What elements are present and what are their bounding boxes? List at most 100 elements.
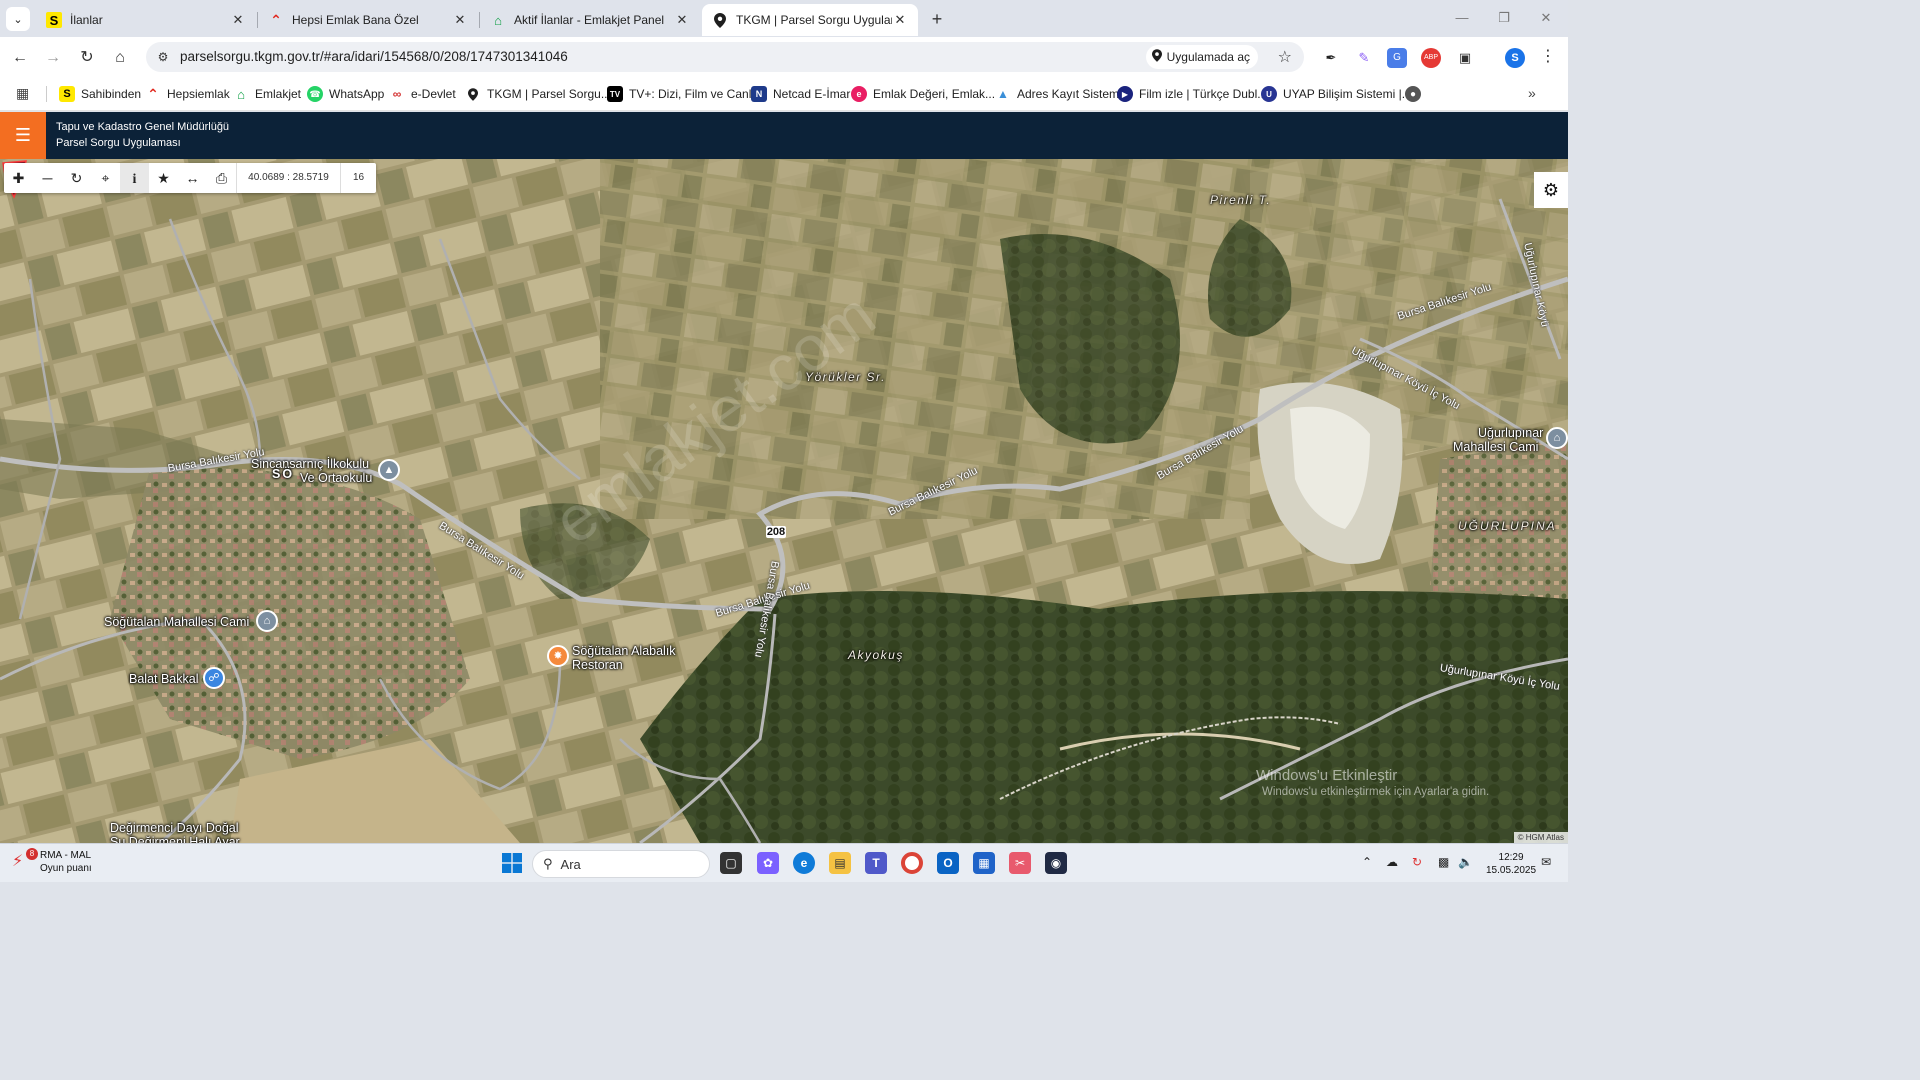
url-text[interactable]: parselsorgu.tkgm.gov.tr/#ara/idari/15456… <box>180 49 568 64</box>
chevron-up-icon[interactable]: ⌃ <box>1362 855 1372 869</box>
tab-tkgm[interactable]: TKGM | Parsel Sorgu Uygulaması ✕ <box>702 4 918 36</box>
info-icon: i <box>132 172 137 187</box>
measure-button[interactable]: ↔ <box>178 163 207 193</box>
taskbar-search[interactable]: ⚲ Ara <box>532 850 710 878</box>
bookmark-tvplus[interactable]: TV TV+: Dizi, Film ve Canl... <box>607 84 761 104</box>
bookmark-netcad[interactable]: N Netcad E-İmar <box>751 84 850 104</box>
film-izle-icon: ▶ <box>1117 86 1133 102</box>
site-info-icon[interactable]: ⚙ <box>154 48 172 66</box>
restaurant-icon[interactable]: ✸ <box>547 645 569 667</box>
onedrive-icon[interactable]: ☁ <box>1386 855 1398 869</box>
bookmark-hepsiemlak[interactable]: ⌃ Hepsiemlak <box>145 84 230 104</box>
bookmark-globe[interactable]: ● <box>1405 84 1427 104</box>
browser-tab-strip: ⌄ S İlanlar ✕ ⌃ Hepsi Emlak Bana Özel ✕ … <box>0 0 1568 37</box>
zoom-in-button[interactable]: ✚ <box>4 163 33 193</box>
system-clock[interactable]: 12:29 15.05.2025 <box>1486 851 1536 877</box>
bookmark-star-icon[interactable]: ☆ <box>1278 47 1292 67</box>
satellite-map[interactable]: emlakjet.com Pirenli T. Yörükler Sr. Aky… <box>0 159 1568 843</box>
bookmark-whatsapp[interactable]: ☎ WhatsApp <box>307 84 384 104</box>
bookmark-emlak-degeri[interactable]: e Emlak Değeri, Emlak... <box>851 84 995 104</box>
profile-avatar[interactable]: S <box>1505 48 1525 68</box>
close-icon[interactable]: ✕ <box>674 12 690 28</box>
copilot-icon[interactable]: ✿ <box>757 852 779 874</box>
notifications-icon[interactable]: ✉ <box>1541 855 1551 869</box>
eyedropper-extension-icon[interactable]: ✒ <box>1321 48 1341 68</box>
extensions-puzzle-icon[interactable]: ▣ <box>1455 48 1475 68</box>
bookmark-tkgm[interactable]: TKGM | Parsel Sorgu... <box>465 84 611 104</box>
search-icon: ⚲ <box>543 856 553 871</box>
widget-subtitle: Oyun puanı <box>40 863 92 874</box>
tab-emlakjet-panel[interactable]: ⌂ Aktif İlanlar - Emlakjet Panel ✕ <box>480 4 700 36</box>
zoom-out-button[interactable]: ─ <box>33 163 62 193</box>
reload-button[interactable]: ↻ <box>75 46 99 70</box>
tab-title: Hepsi Emlak Bana Özel <box>292 13 419 27</box>
microsoft-store-icon[interactable]: ▦ <box>973 852 995 874</box>
chevron-down-icon: ⌄ <box>13 13 23 26</box>
new-tab-button[interactable]: + <box>926 8 948 30</box>
close-window-button[interactable]: ✕ <box>1526 6 1566 30</box>
bookmark-uyap[interactable]: U UYAP Bilişim Sistemi |... <box>1261 84 1412 104</box>
bookmarks-overflow-icon[interactable]: » <box>1528 85 1536 101</box>
close-icon[interactable]: ✕ <box>452 12 468 28</box>
display-icon[interactable]: ▩ <box>1438 855 1449 869</box>
edge-browser-icon[interactable]: e <box>793 852 815 874</box>
sahibinden-favicon-icon: S <box>46 12 62 28</box>
refresh-button[interactable]: ↻ <box>62 163 91 193</box>
translate-extension-icon[interactable]: G <box>1387 48 1407 68</box>
adblock-extension-icon[interactable]: ABP <box>1421 48 1441 68</box>
info-button[interactable]: i <box>120 163 149 193</box>
school-icon[interactable]: ▲ <box>378 459 400 481</box>
map-pin-icon <box>465 86 481 102</box>
tab-ilanlar[interactable]: S İlanlar ✕ <box>36 4 256 36</box>
sahibinden-icon: S <box>59 86 75 102</box>
outlook-icon[interactable]: O <box>937 852 959 874</box>
mosque-icon[interactable]: ⌂ <box>256 610 278 632</box>
edevlet-icon: ∞ <box>392 87 402 101</box>
close-icon[interactable]: ✕ <box>230 12 246 28</box>
task-view-icon[interactable]: ▢ <box>720 852 742 874</box>
back-button[interactable]: ← <box>8 46 32 70</box>
browser-menu-button[interactable]: ⋮ <box>1538 46 1558 66</box>
bookmark-emlakjet[interactable]: ⌂ Emlakjet <box>233 84 301 104</box>
map-settings-button[interactable]: ⚙ <box>1534 172 1568 208</box>
menu-button[interactable]: ☰ <box>0 112 46 159</box>
hepsiemlak-favicon-icon: ⌃ <box>270 11 282 28</box>
print-button[interactable]: ⎙ <box>207 163 236 193</box>
tab-search-button[interactable]: ⌄ <box>6 7 30 31</box>
tvplus-icon: TV <box>607 86 623 102</box>
sync-icon[interactable]: ↻ <box>1412 855 1422 869</box>
address-bar[interactable]: ⚙ parselsorgu.tkgm.gov.tr/#ara/idari/154… <box>146 42 1304 72</box>
bookmark-edevlet[interactable]: ∞ e-Devlet <box>389 84 456 104</box>
snipping-tool-icon[interactable]: ✂ <box>1009 852 1031 874</box>
locate-button[interactable]: ⌖ <box>91 163 120 193</box>
bookmarks-bar: ▦ S Sahibinden ⌃ Hepsiemlak ⌂ Emlakjet ☎ Wha… <box>0 77 1568 111</box>
favorites-button[interactable]: ★ <box>149 163 178 193</box>
open-in-app-button[interactable]: Uygulamada aç <box>1145 45 1258 69</box>
windows-start-icon[interactable] <box>502 853 522 873</box>
chrome-icon[interactable] <box>901 852 923 874</box>
home-button[interactable]: ⌂ <box>108 46 132 70</box>
close-icon[interactable]: ✕ <box>892 12 908 28</box>
maximize-button[interactable]: ❐ <box>1484 6 1524 30</box>
file-explorer-icon[interactable]: ▤ <box>829 852 851 874</box>
forward-button[interactable]: → <box>41 46 65 70</box>
pen-extension-icon[interactable]: ✎ <box>1354 48 1374 68</box>
widgets-button[interactable]: ⚡ 8 RMA - MAL Oyun puanı <box>12 848 92 875</box>
teams-icon[interactable]: T <box>865 852 887 874</box>
plus-icon: ✚ <box>12 170 25 186</box>
tab-hepsiemlak[interactable]: ⌃ Hepsi Emlak Bana Özel ✕ <box>258 4 478 36</box>
apps-grid-icon[interactable]: ▦ <box>16 85 29 102</box>
media-player-icon[interactable]: ◉ <box>1045 852 1067 874</box>
mosque-icon[interactable]: ⌂ <box>1546 427 1568 449</box>
bookmark-sahibinden[interactable]: S Sahibinden <box>59 84 141 104</box>
shopping-cart-icon[interactable]: ☍ <box>203 667 225 689</box>
clock-time: 12:29 <box>1498 852 1524 863</box>
bookmark-label: Emlak Değeri, Emlak... <box>873 87 996 101</box>
volume-icon[interactable]: 🔈 <box>1458 855 1473 869</box>
bookmark-film-izle[interactable]: ▶ Film izle | Türkçe Dubl... <box>1117 84 1267 104</box>
gear-icon: ⚙ <box>1542 180 1560 200</box>
netcad-icon: N <box>751 86 767 102</box>
screen: ⌄ S İlanlar ✕ ⌃ Hepsi Emlak Bana Özel ✕ … <box>0 0 1568 882</box>
minimize-button[interactable]: — <box>1442 6 1482 30</box>
bookmark-adres-kayit[interactable]: ▲ Adres Kayıt Sistemi <box>995 84 1122 104</box>
